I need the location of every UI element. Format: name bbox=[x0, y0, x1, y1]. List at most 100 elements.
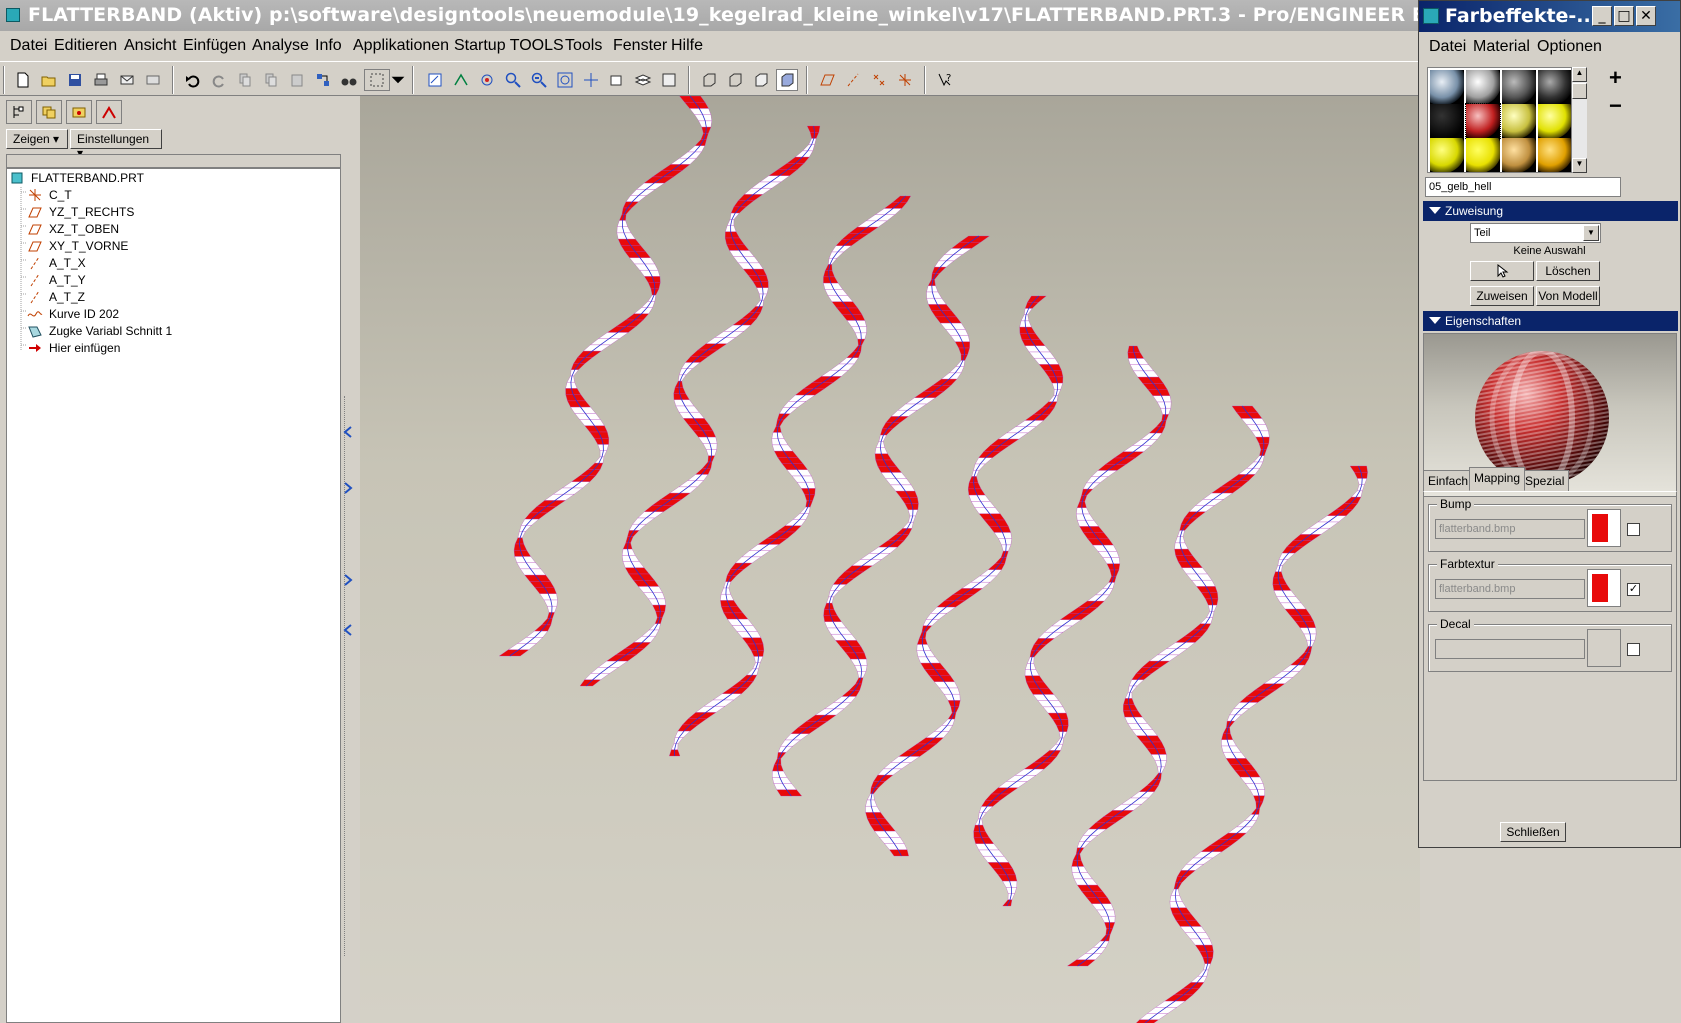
bump-file-field[interactable]: flatterband.bmp bbox=[1435, 519, 1585, 539]
material-swatch[interactable] bbox=[1502, 138, 1536, 172]
material-swatch[interactable] bbox=[1502, 70, 1536, 104]
open-folder-icon[interactable] bbox=[38, 69, 60, 91]
mail-attach-icon[interactable] bbox=[142, 69, 164, 91]
find-binoculars-icon[interactable] bbox=[338, 69, 360, 91]
graphics-viewport[interactable] bbox=[360, 96, 1420, 1023]
orientation-icon[interactable] bbox=[476, 69, 498, 91]
material-swatch[interactable] bbox=[1430, 138, 1464, 172]
tab-einfach[interactable]: Einfach bbox=[1423, 470, 1474, 491]
color-texture-preview[interactable] bbox=[1587, 569, 1621, 607]
menu-fenster[interactable]: Fenster bbox=[613, 37, 667, 55]
material-swatch[interactable] bbox=[1430, 70, 1464, 104]
hidden-line-icon[interactable] bbox=[724, 69, 746, 91]
menu-datei[interactable]: Datei bbox=[10, 37, 47, 55]
spin-center-icon[interactable] bbox=[450, 69, 472, 91]
material-swatch[interactable] bbox=[1538, 138, 1572, 172]
paste-icon[interactable] bbox=[286, 69, 308, 91]
favorites-tab-icon[interactable] bbox=[96, 100, 122, 124]
tab-spezial[interactable]: Spezial bbox=[1520, 470, 1570, 491]
reorient-icon[interactable] bbox=[580, 69, 602, 91]
menu-einfuegen[interactable]: Einfügen bbox=[183, 37, 246, 55]
properties-section-header[interactable]: Eigenschaften bbox=[1423, 311, 1678, 331]
tree-node-kurve-id-202[interactable]: Kurve ID 202 bbox=[27, 306, 327, 322]
from-model-button[interactable]: Von Modell bbox=[1536, 286, 1600, 306]
remove-material-button[interactable]: − bbox=[1609, 93, 1622, 119]
scroll-up-icon[interactable]: ▲ bbox=[1572, 67, 1587, 82]
undo-icon[interactable] bbox=[182, 69, 204, 91]
chevron-down-icon[interactable]: ▼ bbox=[1583, 225, 1599, 241]
zoom-out-icon[interactable] bbox=[528, 69, 550, 91]
regenerate-icon[interactable] bbox=[312, 69, 334, 91]
material-swatch-selected[interactable] bbox=[1465, 103, 1501, 139]
refit-icon[interactable] bbox=[554, 69, 576, 91]
tree-node-a-t-y[interactable]: A_T_Y bbox=[27, 272, 327, 288]
menu-info[interactable]: Info bbox=[315, 37, 342, 55]
assign-button[interactable]: Zuweisen bbox=[1470, 286, 1534, 306]
save-icon[interactable] bbox=[64, 69, 86, 91]
datum-planes-icon[interactable] bbox=[816, 69, 838, 91]
decal-texture-preview[interactable] bbox=[1587, 629, 1621, 667]
cut-icon[interactable] bbox=[234, 69, 256, 91]
dialog-menu-datei[interactable]: Datei bbox=[1429, 38, 1466, 56]
tree-node-c-t[interactable]: C_T bbox=[27, 187, 327, 203]
tree-node-xy-t-vorne[interactable]: XY_T_VORNE bbox=[27, 238, 327, 254]
tree-node-yz-t-rechts[interactable]: YZ_T_RECHTS bbox=[27, 204, 327, 220]
menu-tools[interactable]: Tools bbox=[565, 37, 602, 55]
tree-node-zugke-variabl-schnitt[interactable]: Zugke Variabl Schnitt 1 bbox=[27, 323, 327, 339]
redo-icon[interactable] bbox=[208, 69, 230, 91]
decal-enable-checkbox[interactable] bbox=[1627, 643, 1640, 656]
expand-arrow-icon[interactable] bbox=[342, 574, 354, 586]
material-name-field[interactable]: 05_gelb_hell bbox=[1425, 177, 1621, 197]
close-icon[interactable]: ✕ bbox=[1636, 6, 1656, 26]
tree-node-a-t-z[interactable]: A_T_Z bbox=[27, 289, 327, 305]
assignment-section-header[interactable]: Zuweisung bbox=[1423, 201, 1678, 221]
datum-points-icon[interactable] bbox=[868, 69, 890, 91]
decal-file-field[interactable] bbox=[1435, 639, 1585, 659]
close-button[interactable]: Schließen bbox=[1500, 822, 1566, 842]
model-tree-tab-icon[interactable] bbox=[6, 100, 32, 124]
selection-dropdown-icon[interactable] bbox=[390, 69, 406, 91]
coordinate-systems-icon[interactable] bbox=[894, 69, 916, 91]
menu-applikationen[interactable]: Applikationen bbox=[353, 37, 449, 55]
tab-mapping[interactable]: Mapping bbox=[1469, 467, 1526, 491]
bump-texture-preview[interactable] bbox=[1587, 509, 1621, 547]
tree-node-root[interactable]: FLATTERBAND.PRT bbox=[9, 170, 309, 186]
show-dropdown-button[interactable]: Zeigen ▾ bbox=[6, 129, 68, 149]
menu-analyse[interactable]: Analyse bbox=[252, 37, 309, 55]
copy-icon[interactable] bbox=[260, 69, 282, 91]
pane-sash[interactable] bbox=[342, 96, 360, 1023]
delete-button[interactable]: Löschen bbox=[1536, 261, 1600, 281]
tree-node-hier-einfuegen[interactable]: Hier einfügen bbox=[27, 340, 327, 356]
tree-node-xz-t-oben[interactable]: XZ_T_OBEN bbox=[27, 221, 327, 237]
minimize-icon[interactable]: _ bbox=[1592, 6, 1612, 26]
new-file-icon[interactable] bbox=[12, 69, 34, 91]
collapse-arrow-icon[interactable] bbox=[342, 426, 354, 438]
menu-hilfe[interactable]: Hilfe bbox=[671, 37, 703, 55]
scope-select[interactable]: Teil ▼ bbox=[1470, 223, 1601, 243]
material-swatch[interactable] bbox=[1430, 104, 1464, 138]
add-material-button[interactable]: + bbox=[1609, 65, 1622, 91]
color-texture-enable-checkbox[interactable]: ✓ bbox=[1627, 583, 1640, 596]
layers-icon[interactable] bbox=[632, 69, 654, 91]
settings-dropdown-button[interactable]: Einstellungen ▾ bbox=[70, 129, 162, 160]
saved-views-icon[interactable] bbox=[606, 69, 628, 91]
wireframe-icon[interactable] bbox=[698, 69, 720, 91]
material-swatch[interactable] bbox=[1538, 70, 1572, 104]
repaint-icon[interactable] bbox=[424, 69, 446, 91]
tree-node-a-t-x[interactable]: A_T_X bbox=[27, 255, 327, 271]
no-hidden-icon[interactable] bbox=[750, 69, 772, 91]
menu-editieren[interactable]: Editieren bbox=[54, 37, 117, 55]
scroll-thumb[interactable] bbox=[1572, 83, 1587, 99]
shading-icon[interactable] bbox=[776, 69, 798, 91]
dialog-menu-material[interactable]: Material bbox=[1473, 38, 1530, 56]
material-swatch[interactable] bbox=[1538, 104, 1572, 138]
material-swatch[interactable] bbox=[1466, 70, 1500, 104]
maximize-icon[interactable]: □ bbox=[1614, 6, 1634, 26]
expand-arrow-icon[interactable] bbox=[342, 482, 354, 494]
selection-filter-icon[interactable] bbox=[364, 69, 390, 91]
color-texture-file-field[interactable]: flatterband.bmp bbox=[1435, 579, 1585, 599]
scroll-down-icon[interactable]: ▼ bbox=[1572, 158, 1587, 173]
select-pointer-button[interactable] bbox=[1470, 261, 1534, 281]
zoom-in-icon[interactable] bbox=[502, 69, 524, 91]
folder-browser-tab-icon[interactable] bbox=[66, 100, 92, 124]
